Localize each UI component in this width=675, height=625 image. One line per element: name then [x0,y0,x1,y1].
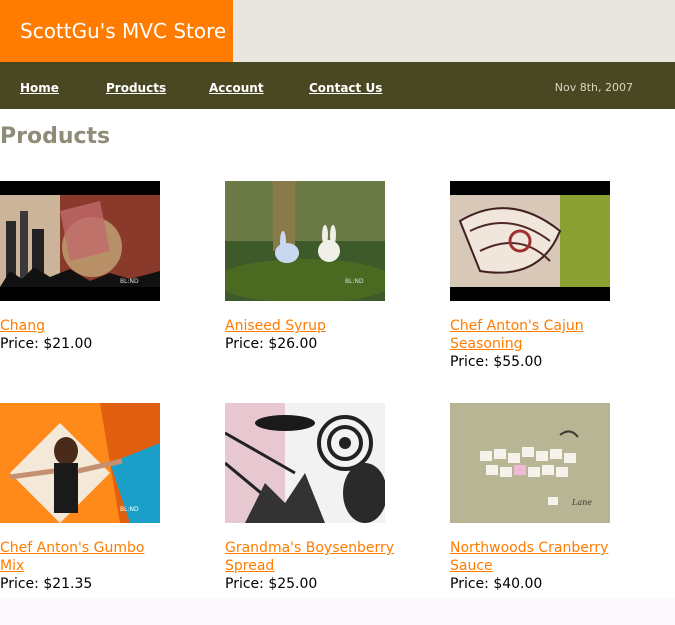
price-value: $55.00 [493,354,543,370]
product-card: Grandma's Boysenberry Spread Price: $25.… [225,403,425,593]
product-card: Chef Anton's Cajun Seasoning Price: $55.… [450,181,650,371]
product-name-link[interactable]: Chef Anton's Cajun Seasoning [450,318,584,352]
nav-link-account[interactable]: Account [209,62,264,114]
product-name-link[interactable]: Aniseed Syrup [225,318,326,334]
product-price: Price: $21.35 [0,575,200,593]
nav-date: Nov 8th, 2007 [554,81,633,94]
product-name-link[interactable]: Chef Anton's Gumbo Mix [0,540,144,574]
price-value: $26.00 [268,336,318,352]
product-card: BL:ND Aniseed Syrup Price: $26.00 [225,181,425,353]
product-thumbnail[interactable] [450,181,610,301]
product-price: Price: $25.00 [225,575,425,593]
nav-link-contact-us[interactable]: Contact Us [309,62,382,114]
page: ScottGu's MVC Store Home Products Accoun… [0,0,675,625]
nav-bar: Home Products Account Contact Us Nov 8th… [0,62,675,109]
product-price: Price: $21.00 [0,335,200,353]
price-value: $21.35 [43,576,93,592]
price-label: Price: [450,576,489,592]
price-label: Price: [0,336,39,352]
product-name-link[interactable]: Grandma's Boysenberry Spread [225,540,394,574]
svg-text:BL:ND: BL:ND [120,278,139,285]
product-name-link[interactable]: Northwoods Cranberry Sauce [450,540,608,574]
price-label: Price: [0,576,39,592]
product-name-link[interactable]: Chang [0,318,45,334]
nav-link-products[interactable]: Products [106,62,166,114]
page-title: Products [0,124,111,149]
price-value: $40.00 [493,576,543,592]
price-value: $25.00 [268,576,318,592]
product-price: Price: $55.00 [450,353,650,371]
site-brand[interactable]: ScottGu's MVC Store [0,0,233,62]
svg-text:BL:ND: BL:ND [120,506,139,513]
svg-text:BL:ND: BL:ND [345,278,364,285]
price-value: $21.00 [43,336,93,352]
product-thumbnail[interactable]: BL:ND [0,181,160,301]
product-card: BL:ND Chang Price: $21.00 [0,181,200,353]
product-card: BL:ND Chef Anton's Gumbo Mix Price: $21.… [0,403,200,593]
header: ScottGu's MVC Store [0,0,675,62]
price-label: Price: [450,354,489,370]
product-thumbnail[interactable] [225,403,385,523]
price-label: Price: [225,576,264,592]
product-thumbnail[interactable]: BL:ND [0,403,160,523]
product-price: Price: $40.00 [450,575,650,593]
product-card: Lane Northwoods Cranberry Sauce Price: $… [450,403,650,593]
svg-text:Lane: Lane [571,498,592,507]
page-footer [0,598,675,625]
product-price: Price: $26.00 [225,335,425,353]
product-thumbnail[interactable]: BL:ND [225,181,385,301]
nav-link-home[interactable]: Home [20,62,59,114]
product-thumbnail[interactable]: Lane [450,403,610,523]
price-label: Price: [225,336,264,352]
